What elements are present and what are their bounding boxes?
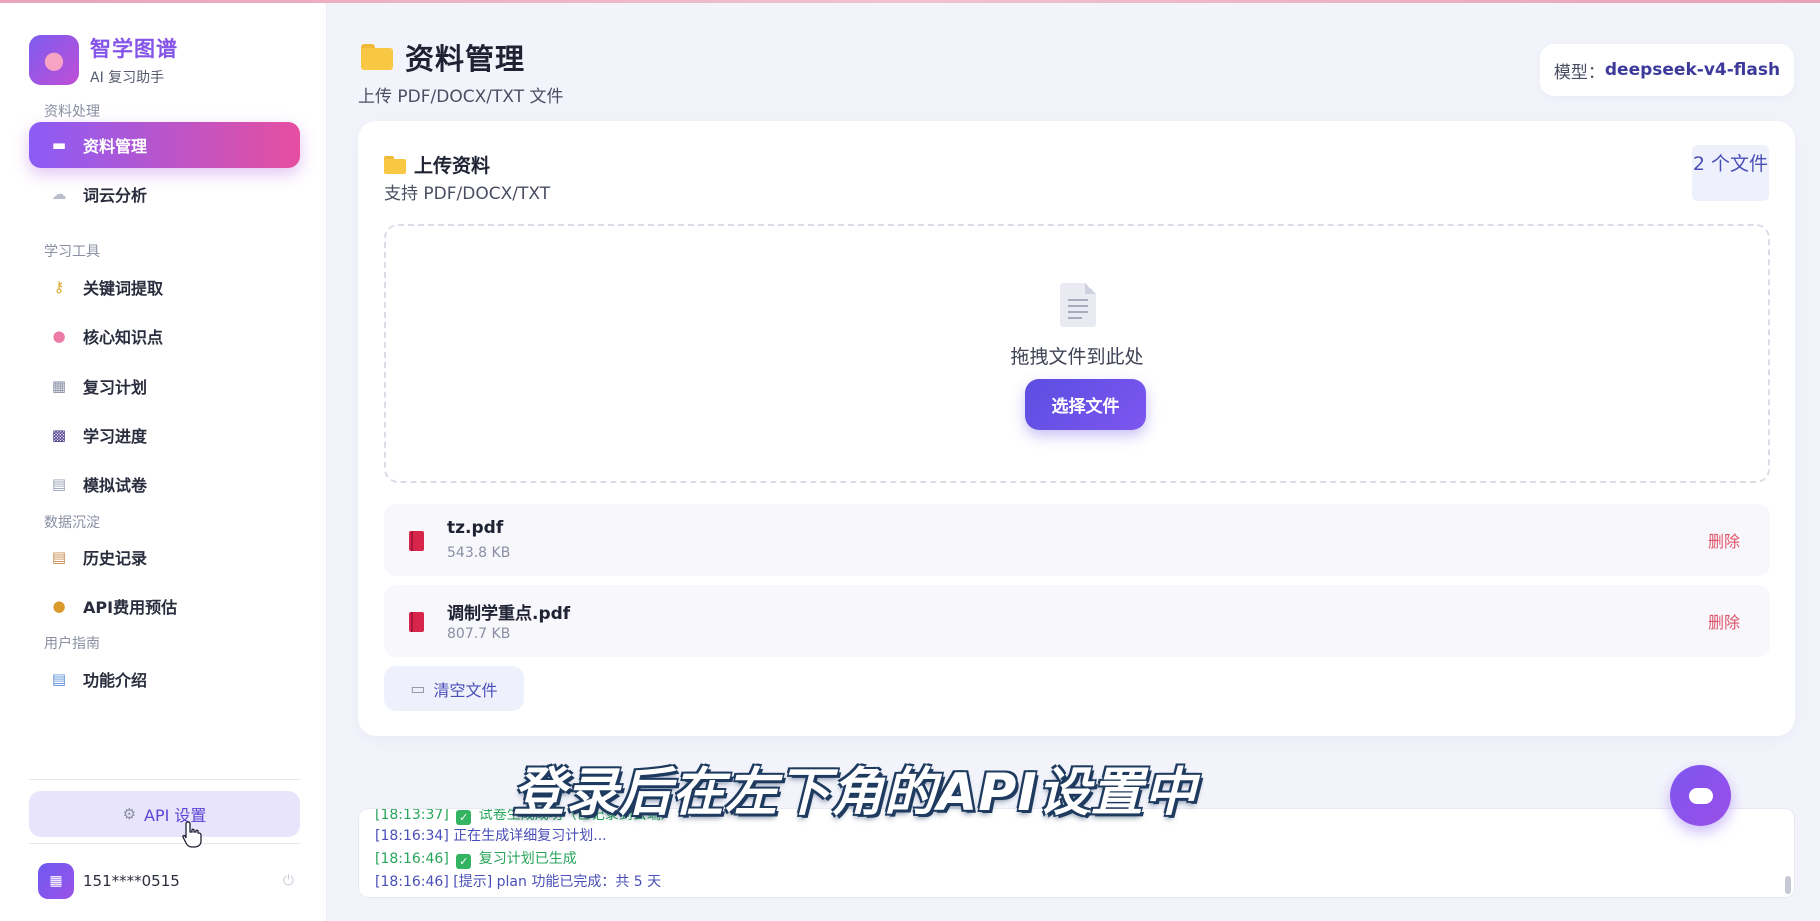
- upload-title-text: 上传资料: [414, 155, 491, 177]
- api-settings-button[interactable]: ⚙ API 设置: [29, 791, 300, 837]
- file-size: 807.7 KB: [447, 626, 511, 642]
- brain-icon: ●: [52, 327, 66, 345]
- calendar-icon: ▦: [51, 377, 67, 395]
- file-size: 543.8 KB: [447, 545, 511, 561]
- log-text: 复习计划已生成: [478, 851, 577, 867]
- section-label: 学习工具: [44, 244, 100, 260]
- money-bag-icon: ●: [52, 597, 66, 615]
- user-profile[interactable]: ▦ 151****0515 ⏻: [38, 861, 294, 901]
- hand-cursor-icon: [182, 821, 202, 848]
- upload-card: 上传资料 支持 PDF/DOCX/TXT 2 个文件 拖拽文件到此处 选择文件 …: [358, 121, 1795, 736]
- sidebar: ● 智学图谱 AI 复习助手 资料处理 ▬ 资料管理 ☁ 词云分析 学习工具 ⚷…: [0, 3, 327, 921]
- abacus-icon: ▩: [51, 426, 67, 444]
- log-line: [18:16:34] 正在生成详细复习计划...: [375, 825, 607, 845]
- sidebar-item-keywords[interactable]: ⚷ 关键词提取: [29, 264, 300, 310]
- log-time: [18:13:37]: [375, 808, 449, 823]
- sidebar-item-label: 学习进度: [83, 427, 148, 446]
- document-icon: [1060, 283, 1096, 327]
- delete-file-button[interactable]: 删除: [1708, 528, 1740, 552]
- trash-icon: ▭: [410, 679, 426, 698]
- check-icon: ✓: [456, 854, 472, 869]
- folder-icon: [361, 44, 393, 70]
- folder-icon: [384, 155, 406, 174]
- section-label: 用户指南: [44, 636, 100, 652]
- sidebar-item-materials[interactable]: ▬ 资料管理: [29, 122, 300, 168]
- sidebar-item-label: 词云分析: [83, 186, 148, 205]
- chat-button[interactable]: [1670, 765, 1731, 826]
- user-phone: 151****0515: [83, 872, 180, 890]
- section-label: 资料处理: [44, 104, 100, 120]
- log-line: [18:16:46] ✓ 复习计划已生成: [375, 848, 577, 869]
- divider: [29, 779, 300, 780]
- video-caption: 登录后在左下角的API设置中: [513, 763, 1197, 823]
- brain-logo-icon: ●: [29, 35, 79, 85]
- log-scrollbar[interactable]: [1785, 876, 1791, 894]
- sidebar-item-label: 复习计划: [83, 378, 148, 397]
- divider: [29, 843, 300, 844]
- page-title-text: 资料管理: [405, 42, 526, 76]
- cloud-icon: ☁: [51, 185, 67, 203]
- brand-name: 智学图谱: [90, 37, 178, 61]
- log-text: [提示] plan 功能已完成：共 5 天: [453, 874, 662, 890]
- sidebar-item-label: 资料管理: [83, 137, 148, 156]
- paper-icon: ▤: [51, 475, 67, 493]
- log-time: [18:16:46]: [375, 851, 449, 867]
- sidebar-item-api-cost[interactable]: ● API费用预估: [29, 583, 300, 629]
- chat-bubble-icon: [1688, 787, 1713, 804]
- sidebar-item-label: 功能介绍: [83, 671, 148, 690]
- model-indicator: 模型： deepseek-v4-flash: [1540, 44, 1794, 96]
- model-value: deepseek-v4-flash: [1604, 60, 1781, 80]
- key-icon: ⚷: [53, 278, 65, 296]
- log-time: [18:16:46]: [375, 874, 449, 890]
- model-label: 模型：: [1553, 62, 1605, 83]
- choose-file-button[interactable]: 选择文件: [1025, 379, 1146, 430]
- page-title: 资料管理: [361, 36, 525, 78]
- sidebar-item-label: 关键词提取: [83, 279, 164, 298]
- file-dropzone[interactable]: 拖拽文件到此处 选择文件: [384, 224, 1770, 483]
- sidebar-item-knowledge[interactable]: ● 核心知识点: [29, 313, 300, 359]
- file-row: 调制学重点.pdf 807.7 KB 删除: [384, 585, 1770, 657]
- book-icon: ▤: [51, 670, 67, 688]
- sidebar-item-progress[interactable]: ▩ 学习进度: [29, 412, 300, 458]
- sidebar-item-wordcloud[interactable]: ☁ 词云分析: [29, 171, 300, 217]
- sidebar-item-label: 历史记录: [83, 549, 148, 568]
- sidebar-item-mock-exam[interactable]: ▤ 模拟试卷: [29, 461, 300, 507]
- upload-subtitle: 支持 PDF/DOCX/TXT: [384, 184, 551, 204]
- gear-icon: ⚙: [122, 805, 137, 823]
- log-line: [18:16:46] [提示] plan 功能已完成：共 5 天: [375, 871, 661, 891]
- sidebar-item-label: 模拟试卷: [83, 476, 148, 495]
- drop-hint: 拖拽文件到此处: [1010, 346, 1144, 368]
- page-subtitle: 上传 PDF/DOCX/TXT 文件: [358, 87, 564, 107]
- brand[interactable]: ● 智学图谱 AI 复习助手: [29, 33, 178, 87]
- file-name: tz.pdf: [447, 518, 504, 538]
- file-row: tz.pdf 543.8 KB 删除: [384, 504, 1770, 576]
- folder-icon: ▬: [51, 136, 67, 154]
- pdf-icon: [409, 612, 424, 632]
- avatar: ▦: [38, 863, 74, 899]
- file-count-badge: 2 个文件: [1692, 145, 1769, 201]
- clear-files-label: 清空文件: [433, 680, 498, 700]
- clear-files-button[interactable]: ▭ 清空文件: [384, 666, 524, 711]
- upload-title: 上传资料: [384, 151, 490, 178]
- file-name: 调制学重点.pdf: [447, 604, 571, 624]
- clipboard-icon: ▤: [51, 548, 67, 566]
- power-icon[interactable]: ⏻: [283, 873, 294, 889]
- brand-subtitle: AI 复习助手: [90, 70, 165, 86]
- log-text: 正在生成详细复习计划...: [453, 828, 607, 844]
- sidebar-item-label: API费用预估: [83, 598, 178, 617]
- section-label: 数据沉淀: [44, 515, 100, 531]
- delete-file-button[interactable]: 删除: [1708, 609, 1740, 633]
- sidebar-item-history[interactable]: ▤ 历史记录: [29, 534, 300, 580]
- sidebar-item-features[interactable]: ▤ 功能介绍: [29, 656, 300, 702]
- sidebar-item-plan[interactable]: ▦ 复习计划: [29, 363, 300, 409]
- log-time: [18:16:34]: [375, 828, 449, 844]
- pdf-icon: [409, 531, 424, 551]
- sidebar-item-label: 核心知识点: [83, 328, 164, 347]
- check-icon: ✓: [456, 810, 472, 825]
